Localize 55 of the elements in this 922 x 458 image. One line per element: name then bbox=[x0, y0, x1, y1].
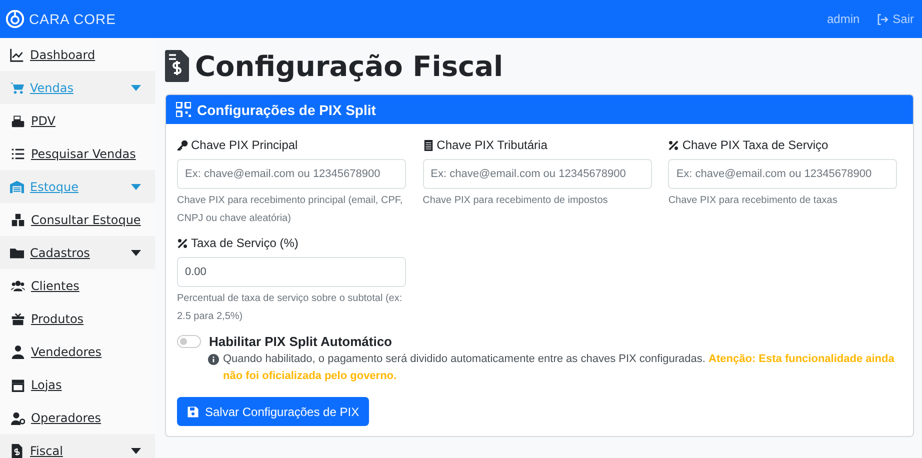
folder-icon bbox=[10, 246, 24, 260]
caret-icon bbox=[131, 184, 141, 190]
usercog-icon bbox=[11, 410, 25, 424]
sidebar-item[interactable]: Vendedores bbox=[0, 335, 155, 368]
sidebar-item[interactable]: Produtos bbox=[0, 302, 155, 335]
field-label: Chave PIX Taxa de Serviço bbox=[682, 138, 828, 152]
toggle-switch[interactable] bbox=[177, 335, 201, 348]
caret-icon bbox=[131, 448, 141, 454]
sidebar-item[interactable]: Dashboard bbox=[0, 38, 155, 71]
invoice-icon bbox=[165, 50, 189, 82]
key-icon bbox=[177, 140, 188, 150]
logo-icon bbox=[6, 10, 24, 28]
logout-icon bbox=[876, 12, 889, 26]
gift-icon bbox=[11, 312, 25, 326]
list-icon bbox=[11, 146, 25, 160]
percent-icon bbox=[177, 238, 188, 248]
toggle-label: Habilitar PIX Split Automático bbox=[209, 334, 392, 349]
input-field[interactable]: Ex: chave@email.com ou 12345678900 bbox=[422, 159, 652, 189]
warehouse-icon bbox=[10, 180, 24, 194]
info-icon bbox=[208, 354, 219, 365]
help-text: Chave PIX para recebimento de impostos bbox=[422, 194, 609, 208]
help-text: Chave PIX para recebimento de taxas bbox=[668, 194, 838, 208]
doc-icon bbox=[10, 444, 24, 458]
note-text: Quando habilitado, o pagamento será dividido automaticamente entre as chaves PIX configuradas. Atenção: Esta funcionalidade ainda não foi oficializada pelo governo. bbox=[223, 352, 896, 384]
qr-code-icon bbox=[176, 102, 191, 117]
store-icon bbox=[11, 378, 25, 392]
receipt-icon bbox=[422, 140, 434, 150]
brand-name[interactable]: CARA CORE bbox=[29, 11, 116, 27]
field-label: Chave PIX Tributária bbox=[436, 138, 548, 152]
help-text: Chave PIX para recebimento principal (email, CPF, CNPJ ou chave aleatória) bbox=[177, 194, 404, 226]
chart-icon bbox=[10, 48, 24, 62]
sidebar-item[interactable]: PDV bbox=[0, 104, 155, 137]
sidebar-item[interactable]: Clientes bbox=[0, 269, 155, 302]
input-field[interactable]: Ex: chave@email.com ou 12345678900 bbox=[668, 159, 898, 189]
percent-icon bbox=[668, 140, 680, 150]
sidebar-item[interactable]: Operadores bbox=[0, 401, 155, 434]
caret-icon bbox=[131, 250, 141, 256]
help-text: Percentual de taxa de serviço sobre o subtotal (ex: 2.5 para 2,5%) bbox=[177, 292, 404, 324]
sidebar-item[interactable]: Lojas bbox=[0, 368, 155, 401]
users-icon bbox=[11, 278, 25, 292]
sidebar-group[interactable]: Fiscal bbox=[0, 434, 155, 458]
input-field[interactable]: 0.00 bbox=[177, 257, 406, 287]
boxes-icon bbox=[11, 212, 25, 226]
sidebar-item[interactable]: Consultar Estoque bbox=[0, 203, 155, 236]
save-button[interactable]: Salvar Configurações de PIX bbox=[177, 397, 370, 426]
input-field[interactable]: Ex: chave@email.com ou 12345678900 bbox=[177, 159, 406, 189]
page-title: Configuração Fiscal bbox=[195, 50, 504, 82]
card-title: Configurações de PIX Split bbox=[197, 102, 376, 118]
user-icon bbox=[11, 344, 25, 358]
caret-icon bbox=[131, 84, 141, 90]
field-label: Taxa de Serviço (%) bbox=[191, 236, 298, 250]
sidebar-item[interactable]: Pesquisar Vendas bbox=[0, 137, 155, 170]
cart-icon bbox=[10, 80, 24, 94]
sidebar-group[interactable]: Cadastros bbox=[0, 236, 155, 269]
field-label: Chave PIX Principal bbox=[191, 138, 298, 152]
